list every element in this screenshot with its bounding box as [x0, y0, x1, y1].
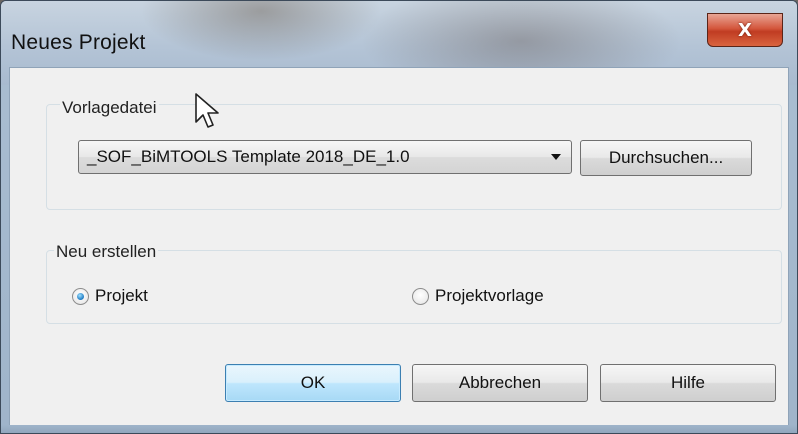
template-select-value: _SOF_BiMTOOLS Template 2018_DE_1.0: [87, 147, 410, 166]
close-button[interactable]: X: [707, 13, 783, 47]
radio-project[interactable]: Projekt: [72, 286, 148, 306]
template-group-legend: Vorlagedatei: [60, 98, 159, 118]
chevron-down-icon[interactable]: [551, 154, 561, 160]
radio-unchecked-icon[interactable]: [412, 287, 429, 305]
cancel-button[interactable]: Abbrechen: [412, 364, 588, 402]
radio-project-template[interactable]: Projektvorlage: [412, 286, 544, 306]
dialog-client-area: Vorlagedatei _SOF_BiMTOOLS Template 2018…: [9, 67, 789, 427]
mouse-pointer-icon: [195, 93, 219, 128]
window-title: Neues Projekt: [11, 31, 146, 54]
radio-project-label: Projekt: [95, 286, 148, 305]
radio-project-template-label: Projektvorlage: [435, 286, 544, 305]
ok-button[interactable]: OK: [225, 364, 401, 402]
help-button[interactable]: Hilfe: [600, 364, 776, 402]
window-bottom-frame: [1, 425, 797, 433]
close-icon: X: [738, 19, 752, 41]
create-group-legend: Neu erstellen: [54, 242, 159, 262]
browse-button[interactable]: Durchsuchen...: [580, 140, 752, 176]
dialog-window: Neues Projekt X Vorlagedatei _SOF_BiMTOO…: [0, 0, 798, 434]
radio-checked-icon[interactable]: [72, 287, 89, 305]
template-select[interactable]: _SOF_BiMTOOLS Template 2018_DE_1.0: [78, 140, 572, 174]
